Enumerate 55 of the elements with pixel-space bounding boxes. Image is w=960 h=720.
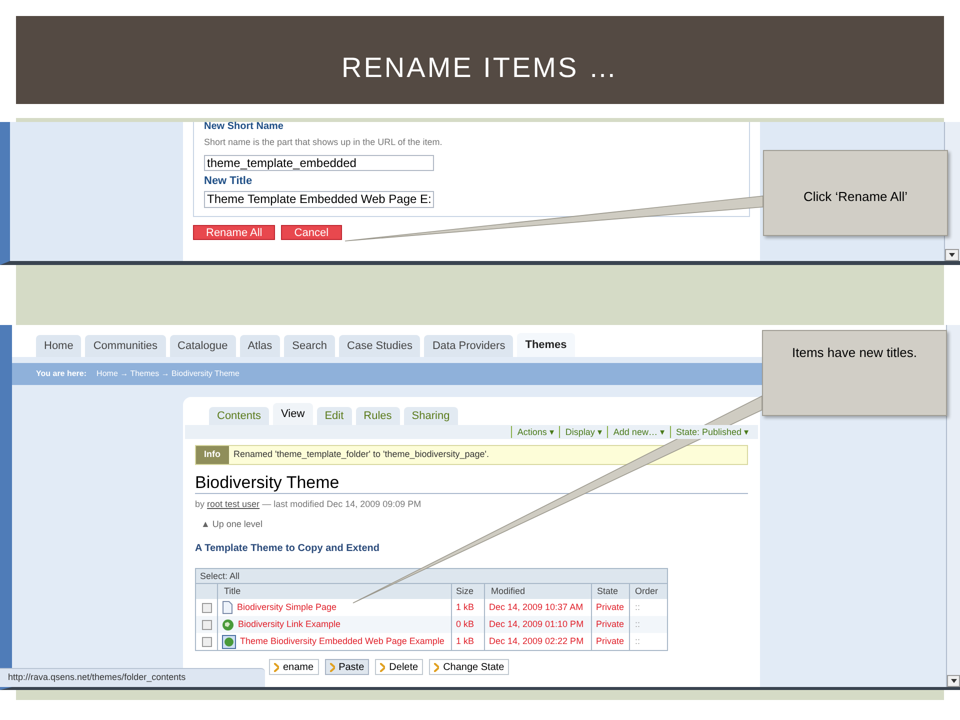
site-tab[interactable]: Themes <box>517 333 575 357</box>
select-all-bar: Select: All <box>196 569 667 583</box>
actions-menu[interactable]: Actions ▾ <box>511 426 560 438</box>
field-label: New Title <box>204 174 254 188</box>
description: A Template Theme to Copy and Extend <box>195 542 380 556</box>
toolbar-button[interactable]: Change State <box>429 659 510 675</box>
up-link[interactable]: ▲ Up one level <box>201 518 742 531</box>
title-field[interactable]: Theme Template Embedded Web Page E: <box>204 191 434 208</box>
form-button[interactable]: Cancel <box>281 225 342 240</box>
actions-menu[interactable]: Display ▾ <box>559 426 608 438</box>
site-tab[interactable]: Case Studies <box>339 335 420 357</box>
form-button[interactable]: Rename All <box>193 225 276 240</box>
short-name-field[interactable]: theme_template_embedded <box>204 154 434 170</box>
callout-text: Items have new titles. <box>792 344 917 362</box>
table-cell: Dec 14, 2009 02:22 PM <box>485 633 592 650</box>
scroll-down-icon[interactable] <box>947 675 960 687</box>
content-tab[interactable]: Contents <box>209 407 270 425</box>
breadcrumb-label: You are here: <box>36 368 87 380</box>
site-tab[interactable]: Home <box>36 335 82 357</box>
site-tab[interactable]: Atlas <box>240 335 280 357</box>
toolbar-button[interactable]: Delete <box>375 659 424 675</box>
item-title-link[interactable]: Theme Biodiversity Embedded Web Page Example <box>240 634 444 648</box>
slide-title: RENAME ITEMS … <box>342 51 618 85</box>
scroll-down-icon[interactable] <box>945 249 959 261</box>
content-tab[interactable]: Rules <box>356 407 400 425</box>
actions-menu[interactable]: Add new… ▾ <box>607 426 670 438</box>
site-tab[interactable]: Catalogue <box>170 335 236 357</box>
site-tab[interactable]: Data Providers <box>424 335 514 357</box>
globe-icon <box>222 618 234 630</box>
globe-frame-icon <box>222 634 236 648</box>
item-title-link[interactable]: Biodiversity Link Example <box>238 618 341 632</box>
toolbar-button[interactable]: Paste <box>324 659 370 675</box>
document-icon <box>222 601 233 614</box>
content-tab[interactable]: Sharing <box>404 407 458 425</box>
byline: by root test user — last modified Dec 14, 2009 09:09 PM <box>195 498 422 511</box>
info-badge: Info <box>196 446 228 464</box>
author-link[interactable]: root test user <box>207 499 260 509</box>
column-header[interactable]: Order <box>630 584 667 599</box>
info-text: Renamed 'theme_template_folder' to 'theme_biodiversity_page'. <box>232 448 490 462</box>
table-cell: Private <box>592 633 630 650</box>
row-checkbox[interactable] <box>202 620 212 630</box>
table-cell: 1 kB <box>452 633 485 650</box>
field-label: New Short Name <box>204 122 284 132</box>
callout-text: Click ‘Rename All’ <box>803 188 908 206</box>
site-tab[interactable]: Communities <box>85 335 166 357</box>
row-checkbox[interactable] <box>202 602 212 612</box>
content-tab[interactable]: Edit <box>316 407 352 425</box>
content-tab[interactable]: View <box>273 403 313 425</box>
item-title-link[interactable]: Biodiversity Simple Page <box>237 600 337 614</box>
status-url: http://rava.qsens.net/themes/folder_contents <box>8 671 186 684</box>
site-tab[interactable]: Search <box>284 335 336 357</box>
toolbar-button[interactable]: ename <box>269 659 319 675</box>
row-checkbox[interactable] <box>202 636 212 646</box>
field-hint: Short name is the part that shows up in the URL of the item. <box>204 136 444 149</box>
actions-menu[interactable]: State: Published ▾ <box>670 426 754 438</box>
